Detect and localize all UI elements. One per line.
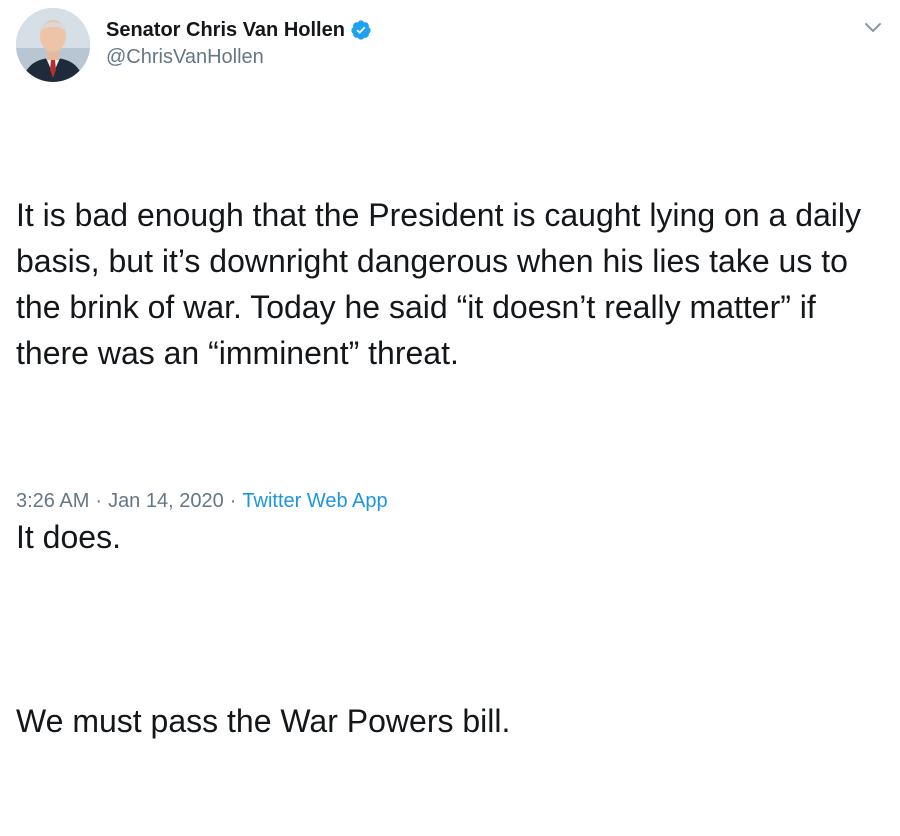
tweet-meta: 3:26 AM · Jan 14, 2020 · Twitter Web App [16,490,388,513]
avatar[interactable] [16,8,90,82]
avatar-image [16,8,90,82]
author-block: Senator Chris Van Hollen @ChrisVanHollen [106,16,372,69]
tweet-date[interactable]: Jan 14, 2020 [108,490,224,513]
chevron-down-icon[interactable] [860,14,886,40]
tweet-text: It is bad enough that the President is c… [16,100,886,836]
meta-separator: · [95,490,103,512]
name-row: Senator Chris Van Hollen [106,16,372,44]
tweet-card: Senator Chris Van Hollen @ChrisVanHollen… [0,0,900,739]
tweet-paragraph: It does. [16,519,121,555]
tweet-time[interactable]: 3:26 AM [16,490,89,513]
tweet-paragraph: We must pass the War Powers bill. [16,703,511,739]
display-name[interactable]: Senator Chris Van Hollen [106,19,345,42]
meta-separator: · [229,490,237,512]
handle[interactable]: @ChrisVanHollen [106,46,372,69]
tweet-source-link[interactable]: Twitter Web App [242,490,387,513]
verified-badge-icon [350,19,372,41]
tweet-paragraph: It is bad enough that the President is c… [16,197,870,371]
